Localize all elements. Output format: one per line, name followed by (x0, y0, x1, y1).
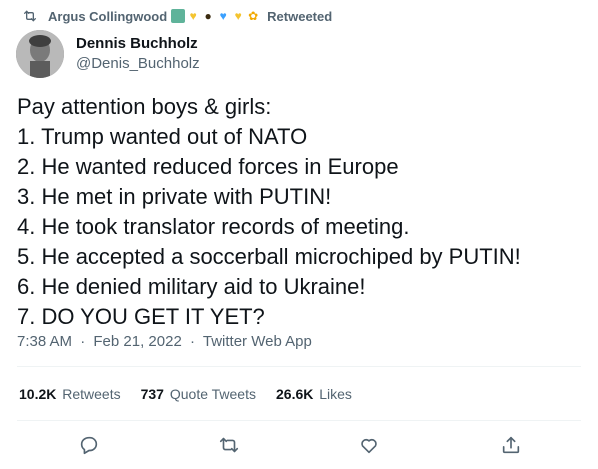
share-icon (502, 436, 520, 454)
retweet-icon (219, 437, 239, 453)
tweet-line: 5. He accepted a soccerball microchiped … (17, 244, 521, 269)
tweet-line: 4. He took translator records of meeting… (17, 214, 410, 239)
bee-icon: ● (204, 9, 212, 23)
tweet-line: Pay attention boys & girls: (17, 94, 272, 119)
meta-separator: · (80, 333, 86, 350)
retweeter-emojis: ♥ ● ♥ ♥ ✿ (171, 9, 261, 23)
yellow-heart-icon: ♥ (189, 9, 197, 23)
blue-heart-icon: ♥ (219, 9, 227, 23)
like-icon (361, 438, 377, 454)
tweet-line: 2. He wanted reduced forces in Europe (17, 154, 399, 179)
retweeted-label: Retweeted (267, 8, 333, 24)
likes-stat[interactable]: 26.6K Likes (276, 386, 352, 402)
quotes-count: 737 (140, 386, 164, 402)
retweets-label: Retweets (62, 386, 121, 402)
reply-button[interactable] (78, 434, 100, 456)
author-display-name[interactable]: Dennis Buchholz (76, 34, 200, 54)
tweet-line: 3. He met in private with PUTIN! (17, 184, 332, 209)
tweet-line: 6. He denied military aid to Ukraine! (17, 274, 366, 299)
retweet-small-icon (22, 8, 38, 24)
avatar[interactable] (16, 30, 64, 78)
share-button[interactable] (500, 434, 522, 456)
tweet-date[interactable]: Feb 21, 2022 (93, 333, 181, 350)
tweet-actions (0, 434, 598, 458)
tweet-stats: 10.2K Retweets 737 Quote Tweets 26.6K Li… (19, 386, 372, 402)
retweeter-name[interactable]: Argus Collingwood (48, 9, 167, 24)
yellow-heart-icon: ♥ (234, 9, 242, 23)
tweet-text: Pay attention boys & girls: 1. Trump wan… (17, 92, 521, 332)
tweet-line: 7. DO YOU GET IT YET? (17, 304, 265, 329)
quote-tweets-stat[interactable]: 737 Quote Tweets (141, 386, 256, 402)
tweet-line: 1. Trump wanted out of NATO (17, 124, 308, 149)
like-button[interactable] (358, 434, 380, 456)
quotes-label: Quote Tweets (169, 386, 256, 402)
retweeted-by-bar: Argus Collingwood ♥ ● ♥ ♥ ✿ Retweeted (22, 6, 332, 26)
tweet-time[interactable]: 7:38 AM (17, 333, 72, 350)
divider (17, 420, 581, 421)
retweet-button[interactable] (218, 434, 240, 456)
reply-icon (80, 436, 98, 455)
retweets-stat[interactable]: 10.2K Retweets (19, 386, 121, 402)
tweet-meta: 7:38 AM · Feb 21, 2022 · Twitter Web App (17, 333, 312, 350)
tweet-source[interactable]: Twitter Web App (203, 333, 312, 350)
sunflower-icon: ✿ (248, 9, 259, 23)
tweet-author: Dennis Buchholz @Denis_Buchholz (16, 30, 200, 78)
meta-separator: · (189, 333, 195, 350)
author-handle[interactable]: @Denis_Buchholz (76, 54, 200, 74)
likes-count: 26.6K (276, 386, 314, 402)
statue-of-liberty-icon (171, 9, 186, 23)
likes-label: Likes (319, 386, 352, 402)
divider (17, 366, 581, 367)
retweets-count: 10.2K (19, 386, 57, 402)
